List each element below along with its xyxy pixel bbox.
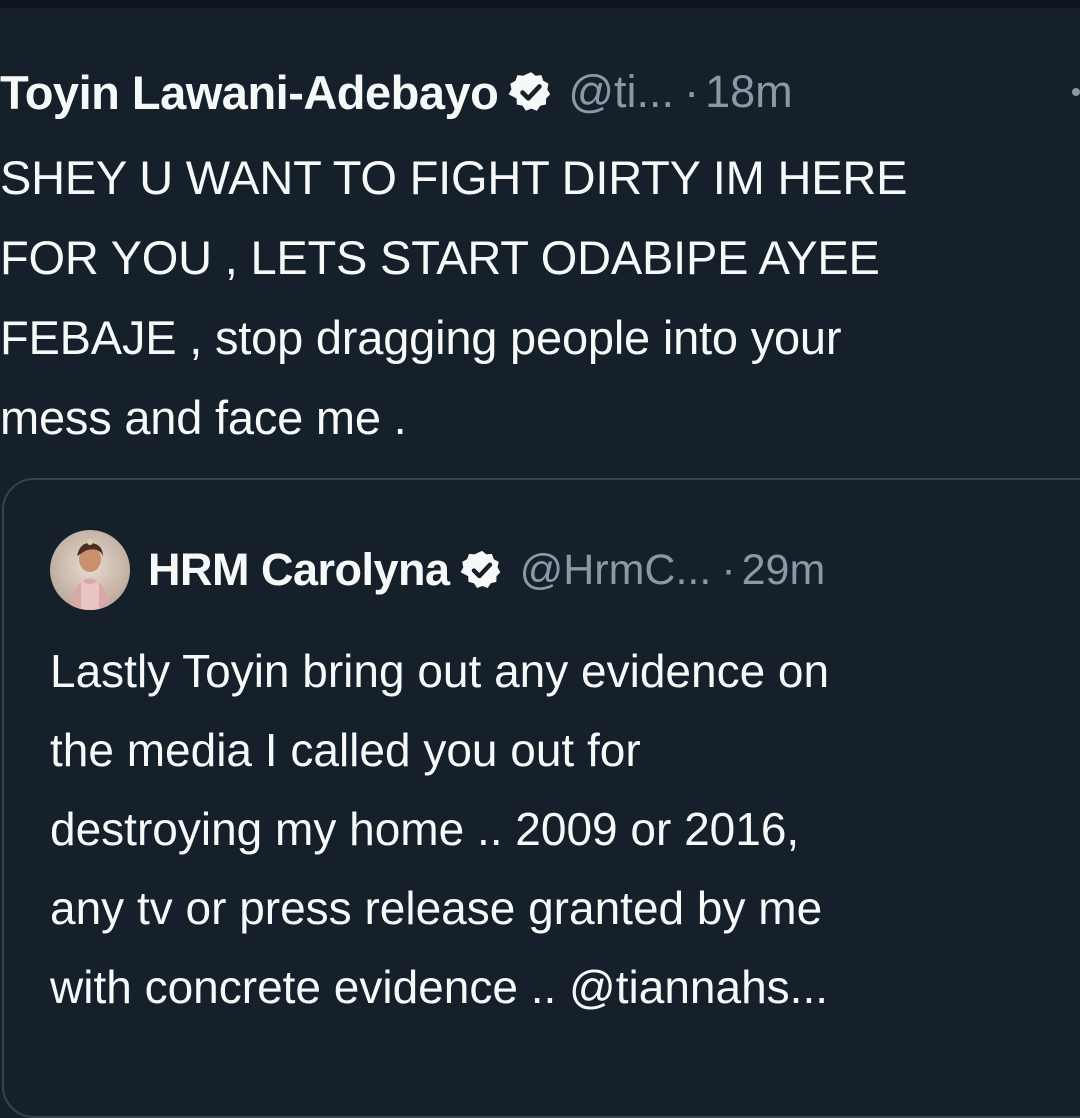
author-name[interactable]: Toyin Lawani-Adebayo xyxy=(0,65,499,120)
tweet-time[interactable]: 18m xyxy=(705,66,793,118)
verified-badge-icon xyxy=(508,69,554,115)
tweet-text: SHEY U WANT TO FIGHT DIRTY IM HERE FOR Y… xyxy=(0,151,908,444)
quoted-tweet-time[interactable]: 29m xyxy=(742,546,826,595)
quoted-author-name[interactable]: HRM Carolyna xyxy=(148,544,450,596)
quoted-tweet-header: HRM Carolyna @HrmC... · 29m xyxy=(50,530,825,610)
author-handle[interactable]: @ti... xyxy=(568,66,674,118)
tweet[interactable]: Toyin Lawani-Adebayo @ti... · 18m SHEY U… xyxy=(0,0,1080,1118)
quoted-tweet-text: Lastly Toyin bring out any evidence on t… xyxy=(50,645,830,1013)
more-options-icon[interactable] xyxy=(1072,88,1080,96)
separator-dot: · xyxy=(684,66,700,117)
tweet-header: Toyin Lawani-Adebayo @ti... · 18m xyxy=(0,62,793,122)
quoted-author-handle[interactable]: @HrmC... xyxy=(520,546,712,595)
avatar[interactable] xyxy=(50,530,130,610)
verified-badge-icon xyxy=(460,548,504,592)
separator-dot: · xyxy=(721,545,736,594)
